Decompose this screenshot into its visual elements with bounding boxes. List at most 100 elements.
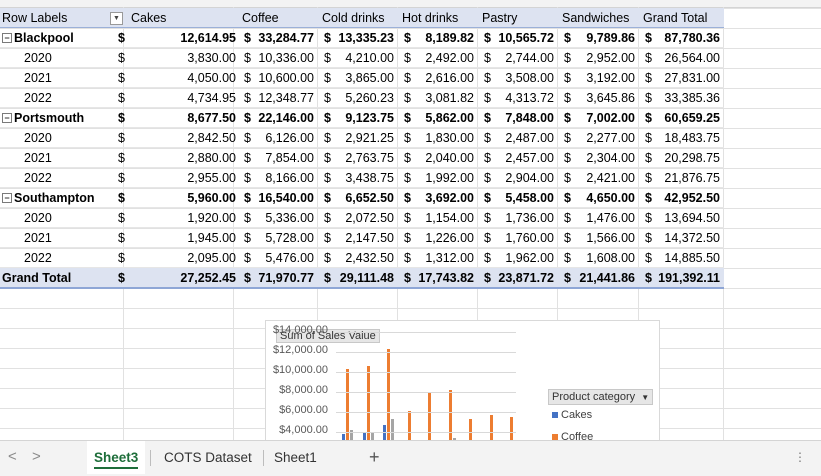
value-text: 2,921.25 bbox=[345, 130, 394, 145]
currency-symbol: $ bbox=[404, 170, 411, 185]
currency-symbol: $ bbox=[104, 167, 127, 188]
currency-symbol: $ bbox=[244, 210, 251, 225]
sheet-tab-bar: < > Sheet3 COTS Dataset Sheet1 + ⋮ bbox=[0, 440, 821, 476]
row-label-text: Portsmouth bbox=[14, 110, 85, 125]
value-cell: $14,885.50 bbox=[639, 247, 724, 268]
currency-symbol: $ bbox=[404, 270, 411, 285]
value-cell: $18,483.75 bbox=[639, 127, 724, 148]
value-text: 2,421.00 bbox=[586, 170, 635, 185]
chart-bar[interactable] bbox=[407, 410, 411, 440]
value-cell: $3,192.00 bbox=[558, 67, 639, 88]
currency-symbol: $ bbox=[484, 110, 491, 125]
value-cell: $5,476.00 bbox=[238, 247, 318, 268]
value-cell: $23,871.72 bbox=[478, 267, 558, 289]
scroll-right-icon[interactable]: > bbox=[32, 448, 41, 465]
value-text: 2,072.50 bbox=[345, 210, 394, 225]
currency-symbol: $ bbox=[404, 150, 411, 165]
chart-bar[interactable] bbox=[391, 419, 394, 440]
currency-symbol: $ bbox=[564, 130, 571, 145]
tab-label: Sheet1 bbox=[274, 450, 317, 465]
row-labels-header[interactable]: Row Labels bbox=[0, 8, 104, 28]
value-text: 1,312.00 bbox=[425, 250, 474, 265]
currency-symbol: $ bbox=[564, 30, 571, 45]
value-cell: $1,476.00 bbox=[558, 207, 639, 228]
worksheet-grid[interactable]: Row Labels ▼ Cakes Coffee Cold drinks Hot dri… bbox=[0, 0, 821, 440]
value-text: 12,348.77 bbox=[258, 90, 314, 105]
value-cell: $9,123.75 bbox=[318, 107, 398, 128]
value-cell: $10,336.00 bbox=[238, 47, 318, 68]
chart-gridline bbox=[336, 432, 516, 433]
tab-cots-dataset[interactable]: COTS Dataset bbox=[157, 441, 259, 474]
currency-symbol: $ bbox=[244, 130, 251, 145]
row-label[interactable]: − Portsmouth bbox=[0, 107, 104, 128]
currency-symbol: $ bbox=[404, 250, 411, 265]
value-cell: $13,694.50 bbox=[639, 207, 724, 228]
value-cell: $10,565.72 bbox=[478, 27, 558, 48]
tab-sheet3[interactable]: Sheet3 bbox=[87, 441, 146, 474]
value-text: 10,565.72 bbox=[498, 30, 554, 45]
y-tick-label: $10,000.00 bbox=[272, 364, 328, 376]
row-label-text: 2022 bbox=[24, 90, 52, 105]
pivot-group-row: − Southampton $5,960.00 $16,540.00 $6,652.50… bbox=[0, 187, 724, 208]
value-text: 33,284.77 bbox=[258, 30, 314, 45]
add-sheet-icon[interactable]: + bbox=[369, 447, 380, 468]
value-cell: 8,677.50 bbox=[127, 107, 238, 128]
legend-filter-button[interactable]: Product category ▼ bbox=[548, 389, 654, 405]
currency-symbol: $ bbox=[645, 250, 652, 265]
currency-symbol: $ bbox=[484, 210, 491, 225]
value-text: 4,313.72 bbox=[505, 90, 554, 105]
pivot-table[interactable]: Row Labels ▼ Cakes Coffee Cold drinks Hot dri… bbox=[0, 8, 724, 289]
column-header: Cold drinks bbox=[318, 8, 398, 28]
row-label: 2021 bbox=[0, 227, 104, 248]
value-text: 4,210.00 bbox=[345, 50, 394, 65]
value-text: 2,040.00 bbox=[425, 150, 474, 165]
value-cell: $2,421.00 bbox=[558, 167, 639, 188]
value-text: 27,831.00 bbox=[664, 70, 720, 85]
filter-dropdown-icon[interactable]: ▼ bbox=[110, 11, 123, 25]
more-options-icon[interactable]: ⋮ bbox=[794, 450, 806, 464]
value-cell: $3,645.86 bbox=[558, 87, 639, 108]
row-label[interactable]: − Blackpool bbox=[0, 27, 104, 48]
legend-item[interactable]: Coffee bbox=[552, 431, 593, 440]
value-cell: $3,081.82 bbox=[398, 87, 478, 108]
row-label[interactable]: − Southampton bbox=[0, 187, 104, 208]
value-cell: $5,458.00 bbox=[478, 187, 558, 208]
scroll-left-icon[interactable]: < bbox=[8, 448, 17, 465]
chart-bar[interactable] bbox=[469, 418, 472, 440]
chart-bar[interactable] bbox=[370, 433, 374, 440]
chart-bar[interactable] bbox=[489, 414, 493, 440]
value-cell: $16,540.00 bbox=[238, 187, 318, 208]
value-text: 2,616.00 bbox=[425, 70, 474, 85]
row-labels-filter-cell[interactable]: ▼ bbox=[104, 8, 127, 28]
legend-label: Coffee bbox=[561, 431, 594, 440]
row-label: 2021 bbox=[0, 147, 104, 168]
value-cell: $1,608.00 bbox=[558, 247, 639, 268]
pivot-group-row: − Blackpool $12,614.95 $33,284.77 $13,335.23… bbox=[0, 27, 724, 48]
collapse-icon[interactable]: − bbox=[2, 32, 12, 43]
row-label: 2022 bbox=[0, 167, 104, 188]
chart-bar[interactable] bbox=[510, 417, 513, 440]
chart-bar[interactable] bbox=[346, 368, 349, 440]
pivot-chart[interactable]: Sum of Sales Value $14,000.00 $12,000.00 $… bbox=[265, 320, 660, 440]
tab-sheet1[interactable]: Sheet1 bbox=[267, 441, 324, 474]
value-cell: $2,763.75 bbox=[318, 147, 398, 168]
tab-separator bbox=[150, 450, 151, 466]
value-text: 5,862.00 bbox=[425, 110, 474, 125]
legend-item[interactable]: Cakes bbox=[552, 409, 592, 421]
chart-bar[interactable] bbox=[366, 366, 370, 440]
chart-bar[interactable] bbox=[428, 393, 431, 440]
currency-symbol: $ bbox=[484, 90, 491, 105]
y-tick-label: $4,000.00 bbox=[279, 424, 328, 436]
collapse-icon[interactable]: − bbox=[2, 192, 12, 203]
row-label-text: Southampton bbox=[14, 190, 95, 205]
value-text: 3,438.75 bbox=[345, 170, 394, 185]
row-label[interactable]: Grand Total bbox=[0, 267, 104, 289]
row-label-text: Blackpool bbox=[14, 30, 74, 45]
currency-symbol: $ bbox=[645, 230, 652, 245]
collapse-icon[interactable]: − bbox=[2, 112, 12, 123]
y-tick-label: $14,000.00 bbox=[272, 324, 328, 336]
currency-symbol: $ bbox=[484, 270, 491, 285]
currency-symbol: $ bbox=[645, 190, 652, 205]
chart-bar[interactable] bbox=[387, 348, 390, 440]
value-cell: $2,277.00 bbox=[558, 127, 639, 148]
